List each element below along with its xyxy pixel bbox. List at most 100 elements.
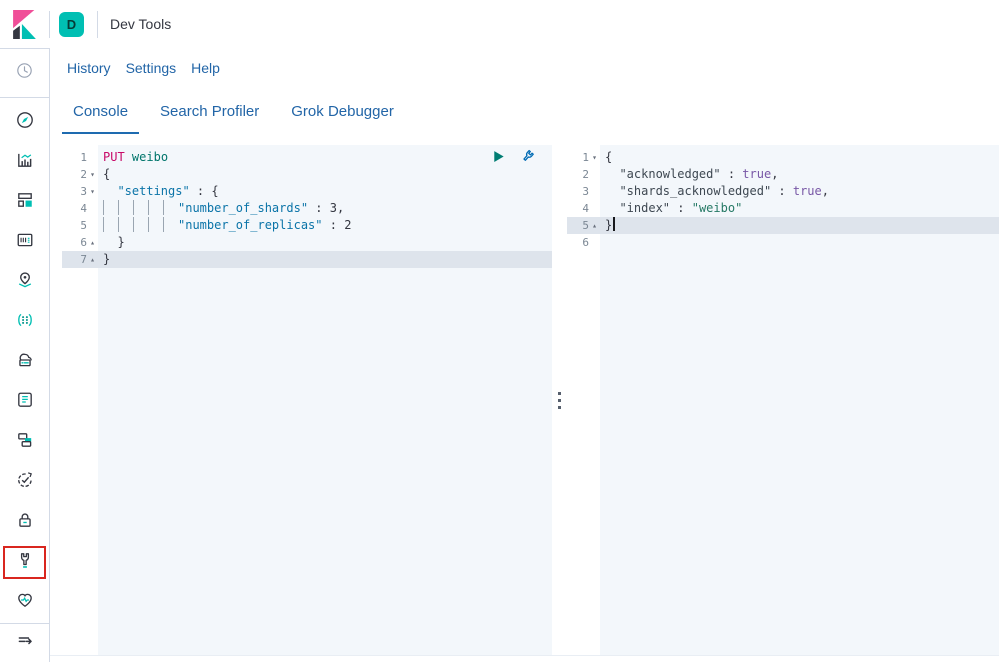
- editor-line-active: 5▴}: [567, 217, 999, 234]
- fold-up-icon[interactable]: ▴: [87, 256, 98, 264]
- editor-line-active: 7▴}: [62, 251, 552, 268]
- code-line[interactable]: "number_of_shards" : 3,: [98, 200, 552, 217]
- editor-line: 2▾ {: [62, 166, 552, 183]
- code-token: {: [103, 167, 110, 181]
- header-separator: [97, 11, 98, 38]
- collapse-icon: [16, 632, 34, 655]
- editor-line: 6: [567, 234, 999, 251]
- line-number: 1: [80, 149, 87, 166]
- code-line[interactable]: {: [600, 149, 999, 166]
- code-line[interactable]: "acknowledged" : true,: [600, 166, 999, 183]
- sidebar-item-monitoring[interactable]: [0, 582, 49, 622]
- indent-guide: [148, 200, 163, 215]
- code-token: ,: [337, 201, 344, 215]
- send-request-button[interactable]: [491, 149, 506, 169]
- line-number: 3: [582, 183, 589, 200]
- line-number-gutter: 3▾: [62, 183, 98, 200]
- line-number: 4: [582, 200, 589, 217]
- code-token: "shards_acknowledged": [619, 184, 771, 198]
- code-token: true: [742, 167, 771, 181]
- cloud-server-icon: [16, 351, 34, 374]
- code-line[interactable]: }: [98, 234, 552, 251]
- tab-console[interactable]: Console: [62, 88, 139, 134]
- editor-line: 5"number_of_replicas" : 2: [62, 217, 552, 234]
- line-number-gutter: 1: [62, 149, 98, 166]
- tab-grok-debugger[interactable]: Grok Debugger: [280, 88, 405, 134]
- code-token: weibo: [132, 150, 168, 164]
- kibana-logo[interactable]: [0, 0, 49, 48]
- line-number: 2: [80, 166, 87, 183]
- sidebar-item-siem[interactable]: [0, 502, 49, 542]
- line-number: 6: [80, 234, 87, 251]
- pane-resize-handle[interactable]: [552, 145, 567, 655]
- sidebar-item-uptime[interactable]: [0, 462, 49, 502]
- line-number-gutter: 4: [567, 200, 600, 217]
- code-line[interactable]: }: [600, 217, 999, 234]
- line-number: 1: [582, 149, 589, 166]
- code-token: :: [670, 201, 692, 215]
- code-line[interactable]: "shards_acknowledged" : true,: [600, 183, 999, 200]
- line-number: 6: [582, 234, 589, 251]
- sidebar-item-metrics[interactable]: [0, 342, 49, 382]
- tab-search-profiler[interactable]: Search Profiler: [149, 88, 270, 134]
- sidebar-item-dev-tools[interactable]: [0, 542, 49, 582]
- code-token: 3: [330, 201, 337, 215]
- sidebar-item-apm[interactable]: [0, 422, 49, 462]
- code-token: :: [721, 167, 743, 181]
- code-token: "acknowledged": [619, 167, 720, 181]
- sidebar-item-maps[interactable]: [0, 262, 49, 302]
- code-token: [103, 184, 117, 198]
- fold-up-icon[interactable]: ▴: [87, 239, 98, 247]
- sidebar-item-logs[interactable]: [0, 382, 49, 422]
- code-line[interactable]: "index" : "weibo": [600, 200, 999, 217]
- line-number: 7: [80, 251, 87, 268]
- kibana-dev-tools-screen: D Dev Tools HistorySettingsHelp ConsoleS…: [0, 0, 999, 662]
- scroll-icon: [16, 391, 34, 414]
- sidebar-collapse-menu[interactable]: [16, 623, 34, 662]
- indent-guide: [118, 200, 133, 215]
- response-output[interactable]: 1▾{2 "acknowledged" : true,3 "shards_ack…: [567, 145, 999, 655]
- request-editor[interactable]: 1PUT weibo2▾{3▾ "settings" : {4"number_o…: [62, 145, 552, 655]
- sidebar-item-machine-learning[interactable]: [0, 302, 49, 342]
- uptime-check-icon: [16, 471, 34, 494]
- header-separator: [49, 11, 50, 38]
- request-settings-button[interactable]: [519, 148, 536, 170]
- sidebar-item-dashboard[interactable]: [0, 182, 49, 222]
- sidebar-item-visualize[interactable]: [0, 142, 49, 182]
- fold-down-icon[interactable]: ▾: [87, 188, 98, 196]
- code-line[interactable]: PUT weibo: [98, 149, 552, 166]
- console-editor-area: 1PUT weibo2▾{3▾ "settings" : {4"number_o…: [50, 134, 999, 662]
- editor-line: 2 "acknowledged" : true,: [567, 166, 999, 183]
- sidebar-top-section: [0, 49, 49, 98]
- stack-icon: [16, 431, 34, 454]
- fold-up-icon[interactable]: ▴: [589, 222, 600, 230]
- code-token: [125, 150, 132, 164]
- wrench-icon: [16, 551, 34, 574]
- fold-down-icon[interactable]: ▾: [87, 171, 98, 179]
- code-token: :: [308, 201, 330, 215]
- sidebar-item-recent[interactable]: [16, 53, 33, 93]
- sidebar-apps-section: [0, 98, 49, 622]
- code-line[interactable]: "number_of_replicas" : 2: [98, 217, 552, 234]
- code-token: :: [323, 218, 345, 232]
- code-token: "index": [619, 201, 670, 215]
- editor-line: 1▾{: [567, 149, 999, 166]
- page-title: Dev Tools: [110, 16, 171, 32]
- code-line[interactable]: {: [98, 166, 552, 183]
- global-sidebar: [0, 49, 50, 662]
- fold-down-icon[interactable]: ▾: [589, 154, 600, 162]
- nav-link-settings[interactable]: Settings: [126, 60, 177, 76]
- code-line[interactable]: "settings" : {: [98, 183, 552, 200]
- code-token: 2: [344, 218, 351, 232]
- editor-line: 3 "shards_acknowledged" : true,: [567, 183, 999, 200]
- indent-guide: [133, 200, 148, 215]
- sidebar-item-canvas[interactable]: [0, 222, 49, 262]
- nav-link-help[interactable]: Help: [191, 60, 220, 76]
- code-token: ,: [822, 184, 829, 198]
- code-line[interactable]: [600, 234, 999, 251]
- nav-link-history[interactable]: History: [67, 60, 111, 76]
- indent-guide: [163, 217, 178, 232]
- line-number: 3: [80, 183, 87, 200]
- code-line[interactable]: }: [98, 251, 552, 268]
- sidebar-item-discover[interactable]: [0, 102, 49, 142]
